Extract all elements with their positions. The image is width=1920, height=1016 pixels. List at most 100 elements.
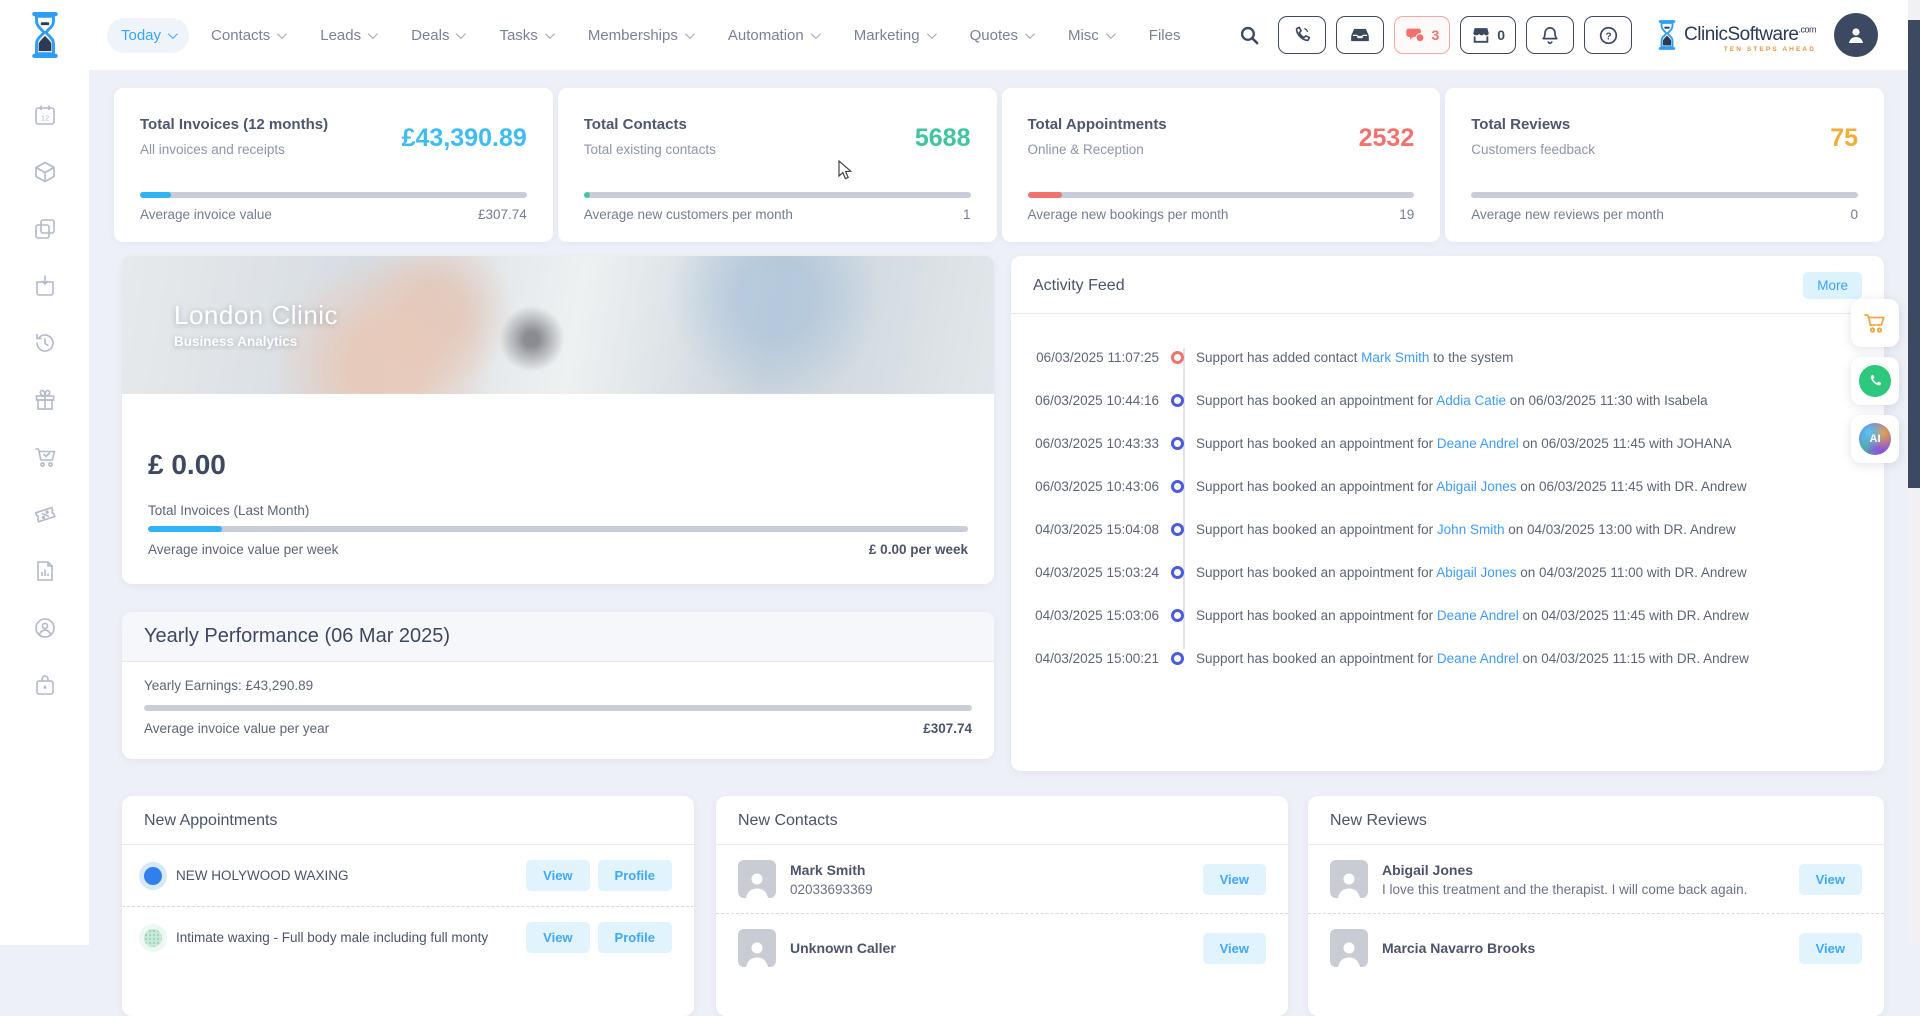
contact-link[interactable]: Abigail Jones <box>1436 565 1516 580</box>
feed-entry: 06/03/2025 11:07:25 Support has added co… <box>1011 336 1884 379</box>
view-button[interactable]: View <box>526 860 589 891</box>
more-button[interactable]: More <box>1803 272 1862 299</box>
new-reviews-title: New Reviews <box>1308 796 1884 845</box>
feed-text: Support has booked an appointment for Ab… <box>1196 565 1747 580</box>
timeline-ring-icon <box>1171 609 1184 622</box>
feed-text: Support has booked an appointment for Ad… <box>1196 393 1708 408</box>
view-button[interactable]: View <box>1203 933 1266 964</box>
help-button[interactable]: ? <box>1584 16 1632 54</box>
cart-icon[interactable] <box>32 444 58 470</box>
stat-value: 75 <box>1830 124 1858 157</box>
bell-icon <box>1541 26 1559 45</box>
contact-link[interactable]: Mark Smith <box>1361 350 1429 365</box>
contact-name: Unknown Caller <box>790 940 896 956</box>
inbox-button[interactable] <box>1336 16 1384 54</box>
chat-notifications-button[interactable]: 3 <box>1394 16 1450 54</box>
floating-whatsapp-button[interactable] <box>1851 357 1899 405</box>
appointment-label: NEW HOLYWOOD WAXING <box>176 868 349 883</box>
scrollbar-track[interactable] <box>1908 0 1920 945</box>
stat-title: Total Reviews <box>1471 116 1595 133</box>
nav-item-memberships[interactable]: Memberships <box>574 18 706 53</box>
review-text: I love this treatment and the therapist.… <box>1382 882 1747 897</box>
calendar-download-icon[interactable] <box>32 273 58 299</box>
nav-item-tasks[interactable]: Tasks <box>485 18 565 53</box>
nav-item-misc[interactable]: Misc <box>1054 18 1127 53</box>
stat-footer-value: 19 <box>1399 207 1414 222</box>
history-icon[interactable] <box>32 330 58 356</box>
progress-bar <box>584 192 971 198</box>
notifications-button[interactable] <box>1526 16 1574 54</box>
timeline-ring-icon <box>1171 566 1184 579</box>
nav-item-leads[interactable]: Leads <box>306 18 389 53</box>
app-logo[interactable] <box>0 9 89 61</box>
contact-link[interactable]: Abigail Jones <box>1436 479 1516 494</box>
avg-year-value: £307.74 <box>923 721 972 736</box>
nav-item-today[interactable]: Today <box>107 18 189 53</box>
stat-title: Total Contacts <box>584 116 716 133</box>
nav-item-files[interactable]: Files <box>1135 18 1195 53</box>
contact-row: Mark Smith 02033693369 View <box>716 845 1288 913</box>
view-button[interactable]: View <box>1799 864 1862 895</box>
chat-badge-count: 3 <box>1431 27 1439 43</box>
nav-item-contacts[interactable]: Contacts <box>197 18 298 53</box>
reviewer-name: Abigail Jones <box>1382 862 1747 878</box>
stat-subtitle: Customers feedback <box>1471 142 1595 157</box>
contact-link[interactable]: John Smith <box>1437 522 1505 537</box>
feed-text: Support has booked an appointment for Ab… <box>1196 479 1747 494</box>
activity-feed-list: 06/03/2025 11:07:25 Support has added co… <box>1011 314 1884 680</box>
chevron-down-icon <box>927 29 937 39</box>
person-icon <box>1334 937 1364 967</box>
search-icon[interactable] <box>1239 25 1260 46</box>
scrollbar-thumb[interactable] <box>1908 20 1920 488</box>
copy-icon[interactable] <box>32 216 58 242</box>
view-button[interactable]: View <box>1799 933 1862 964</box>
contact-link[interactable]: Deane Andrel <box>1437 436 1519 451</box>
progress-bar <box>140 192 527 198</box>
case-lock-icon[interactable] <box>32 672 58 698</box>
feed-entry: 06/03/2025 10:44:16 Support has booked a… <box>1011 379 1884 422</box>
profile-button[interactable]: Profile <box>598 860 672 891</box>
support-icon[interactable] <box>32 615 58 641</box>
floating-cart-button[interactable] <box>1851 299 1899 347</box>
contact-link[interactable]: Addia Catie <box>1436 393 1506 408</box>
nav-item-quotes[interactable]: Quotes <box>956 18 1046 53</box>
svg-text:12: 12 <box>40 114 48 123</box>
gift-icon[interactable] <box>32 387 58 413</box>
cube-icon[interactable] <box>32 159 58 185</box>
person-icon <box>1334 868 1364 898</box>
view-button[interactable]: View <box>526 922 589 953</box>
stat-card-total-reviews: Total Reviews Customers feedback 75 Aver… <box>1445 88 1884 242</box>
stat-value: 5688 <box>915 124 971 157</box>
user-avatar[interactable] <box>1834 13 1878 57</box>
report-icon[interactable] <box>32 558 58 584</box>
clinicsoftware-brand[interactable]: ClinicSoftware.com TEN STEPS AHEAD <box>1656 17 1816 54</box>
phone-calls-button[interactable] <box>1278 16 1326 54</box>
store-button[interactable]: 0 <box>1460 16 1516 54</box>
floating-ai-button[interactable]: AI <box>1851 415 1899 463</box>
nav-item-deals[interactable]: Deals <box>397 18 477 53</box>
timeline-ring-icon <box>1171 523 1184 536</box>
contact-avatar <box>738 929 776 967</box>
avg-week-label: Average invoice value per week <box>148 542 338 557</box>
chevron-down-icon <box>1025 29 1035 39</box>
last-month-label: Total Invoices (Last Month) <box>148 503 968 518</box>
nav-item-automation[interactable]: Automation <box>714 18 832 53</box>
contact-link[interactable]: Deane Andrel <box>1437 651 1519 666</box>
new-contacts-card: New Contacts Mark Smith 02033693369 View… <box>716 796 1288 1016</box>
feed-timestamp: 04/03/2025 15:03:24 <box>1011 565 1159 580</box>
voucher-icon[interactable] <box>32 501 58 527</box>
feed-entry: 04/03/2025 15:03:06 Support has booked a… <box>1011 594 1884 637</box>
stats-row: Total Invoices (12 months) All invoices … <box>114 88 1884 242</box>
contact-row: Unknown Caller View <box>716 913 1288 982</box>
nav-item-marketing[interactable]: Marketing <box>840 18 948 53</box>
chevron-down-icon <box>1106 29 1116 39</box>
appointment-row: NEW HOLYWOOD WAXING View Profile <box>122 845 694 906</box>
feed-timestamp: 06/03/2025 10:44:16 <box>1011 393 1159 408</box>
new-contacts-title: New Contacts <box>716 796 1288 845</box>
nav-label: Today <box>121 27 161 44</box>
calendar-icon[interactable]: 12 <box>32 102 58 128</box>
view-button[interactable]: View <box>1203 864 1266 895</box>
stat-value: 2532 <box>1359 124 1415 157</box>
contact-link[interactable]: Deane Andrel <box>1437 608 1519 623</box>
profile-button[interactable]: Profile <box>598 922 672 953</box>
